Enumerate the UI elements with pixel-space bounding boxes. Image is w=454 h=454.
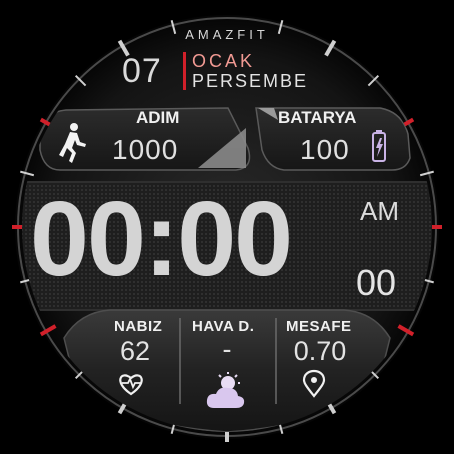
time-ampm: AM	[360, 196, 399, 226]
time-seconds: 00	[356, 262, 397, 303]
stat-value-weather[interactable]: -	[202, 334, 252, 365]
stat-label-distance: MESAFE	[286, 318, 352, 335]
brand-logo: AMAZFIT	[185, 27, 269, 42]
date-day: 07	[122, 52, 162, 90]
date-divider	[183, 52, 186, 90]
stat-value-distance[interactable]: 0.70	[282, 336, 358, 367]
date-month: OCAK	[192, 51, 256, 71]
time-clock[interactable]: 00:00	[30, 186, 293, 292]
battery-value[interactable]: 100	[300, 134, 350, 166]
stat-label-weather: HAVA D.	[192, 318, 255, 335]
stat-label-heart-rate: NABIZ	[114, 318, 163, 335]
steps-label: ADIM	[136, 108, 180, 127]
steps-value[interactable]: 1000	[112, 134, 178, 166]
battery-label: BATARYA	[278, 108, 357, 127]
date-weekday: PERSEMBE	[192, 71, 309, 91]
stat-value-heart-rate[interactable]: 62	[110, 336, 160, 367]
